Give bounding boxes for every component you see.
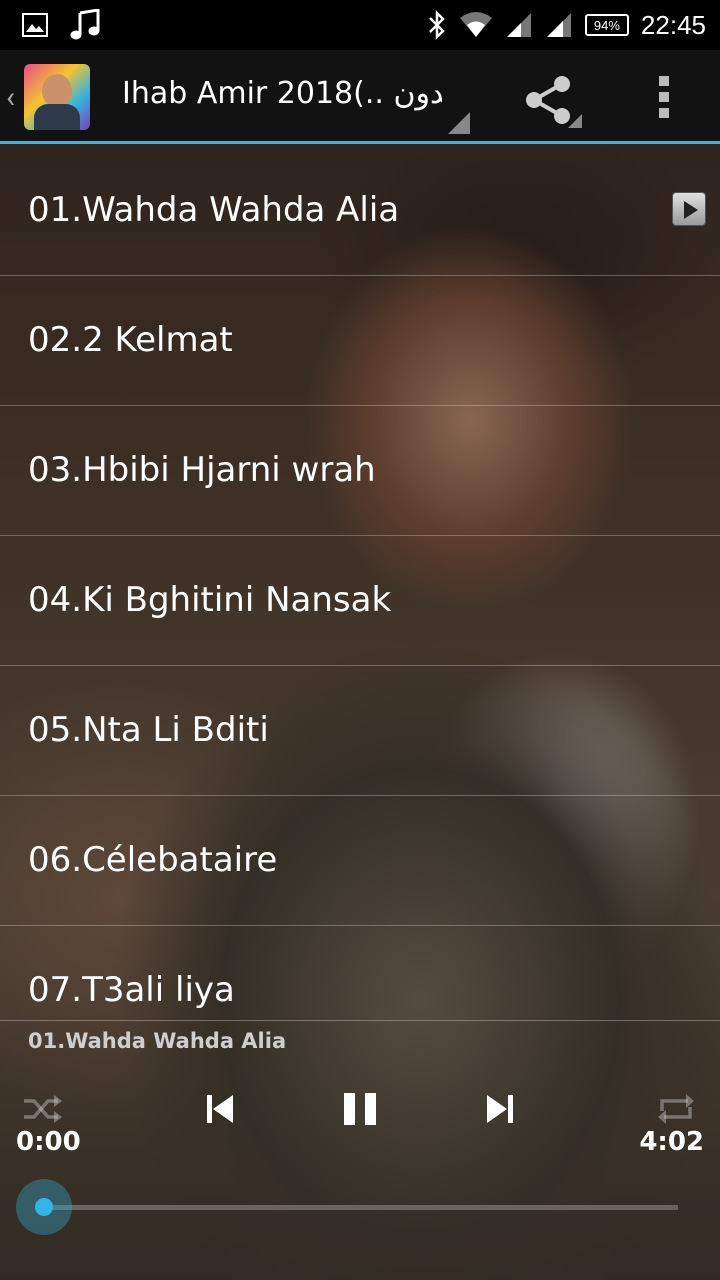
track-item[interactable]: 05.Nta Li Bditi <box>0 666 720 796</box>
player-controls: 01.Wahda Wahda Alia 0:00 4:02 <box>0 1020 720 1280</box>
signal-icon-2 <box>546 13 571 37</box>
back-chevron-icon[interactable]: ‹ <box>6 80 15 115</box>
track-item[interactable]: 02.2 Kelmat <box>0 276 720 406</box>
track-item[interactable]: 06.Célebataire <box>0 796 720 926</box>
track-item[interactable]: 03.Hbibi Hjarni wrah <box>0 406 720 536</box>
status-clock: 22:45 <box>640 9 706 40</box>
shuffle-icon[interactable] <box>22 1089 62 1129</box>
total-duration: 4:02 <box>639 1127 704 1157</box>
share-dropdown-icon[interactable] <box>568 114 582 128</box>
track-title: 06.Célebataire <box>28 840 278 880</box>
track-title: 07.T3ali liya <box>28 970 235 1010</box>
seek-thumb[interactable] <box>16 1179 72 1235</box>
action-bar: ‹ Ihab Amir 2018(.. بدون <box>0 50 720 144</box>
track-title: 05.Nta Li Bditi <box>28 710 269 750</box>
status-bar: 94% 22:45 <box>0 0 720 50</box>
image-notification-icon <box>22 13 48 37</box>
track-title: 03.Hbibi Hjarni wrah <box>28 450 376 490</box>
track-item[interactable]: 01.Wahda Wahda Alia <box>0 146 720 276</box>
overflow-menu-icon[interactable] <box>650 70 678 130</box>
track-title: 01.Wahda Wahda Alia <box>28 190 400 230</box>
track-item[interactable]: 07.T3ali liya <box>0 926 720 1020</box>
now-playing-play-icon <box>672 192 706 226</box>
music-note-icon <box>70 9 100 40</box>
battery-indicator: 94% <box>584 14 629 36</box>
seek-bar[interactable] <box>44 1205 678 1210</box>
track-title: 02.2 Kelmat <box>28 320 233 360</box>
elapsed-time: 0:00 <box>16 1127 81 1157</box>
next-track-icon[interactable] <box>480 1089 520 1129</box>
app-logo[interactable] <box>24 64 90 130</box>
previous-track-icon[interactable] <box>200 1089 240 1129</box>
track-title: 04.Ki Bghitini Nansak <box>28 580 392 620</box>
pause-icon[interactable] <box>340 1089 380 1129</box>
bluetooth-icon <box>429 10 445 40</box>
now-playing-title: 01.Wahda Wahda Alia <box>28 1029 287 1053</box>
track-list[interactable]: 01.Wahda Wahda Alia 02.2 Kelmat 03.Hbibi… <box>0 146 720 1020</box>
app-title[interactable]: Ihab Amir 2018(.. بدون <box>122 76 442 111</box>
spinner-dropdown-icon[interactable] <box>448 112 470 134</box>
repeat-icon[interactable] <box>656 1089 696 1129</box>
wifi-icon <box>459 12 492 37</box>
signal-icon <box>506 13 531 37</box>
track-item[interactable]: 04.Ki Bghitini Nansak <box>0 536 720 666</box>
